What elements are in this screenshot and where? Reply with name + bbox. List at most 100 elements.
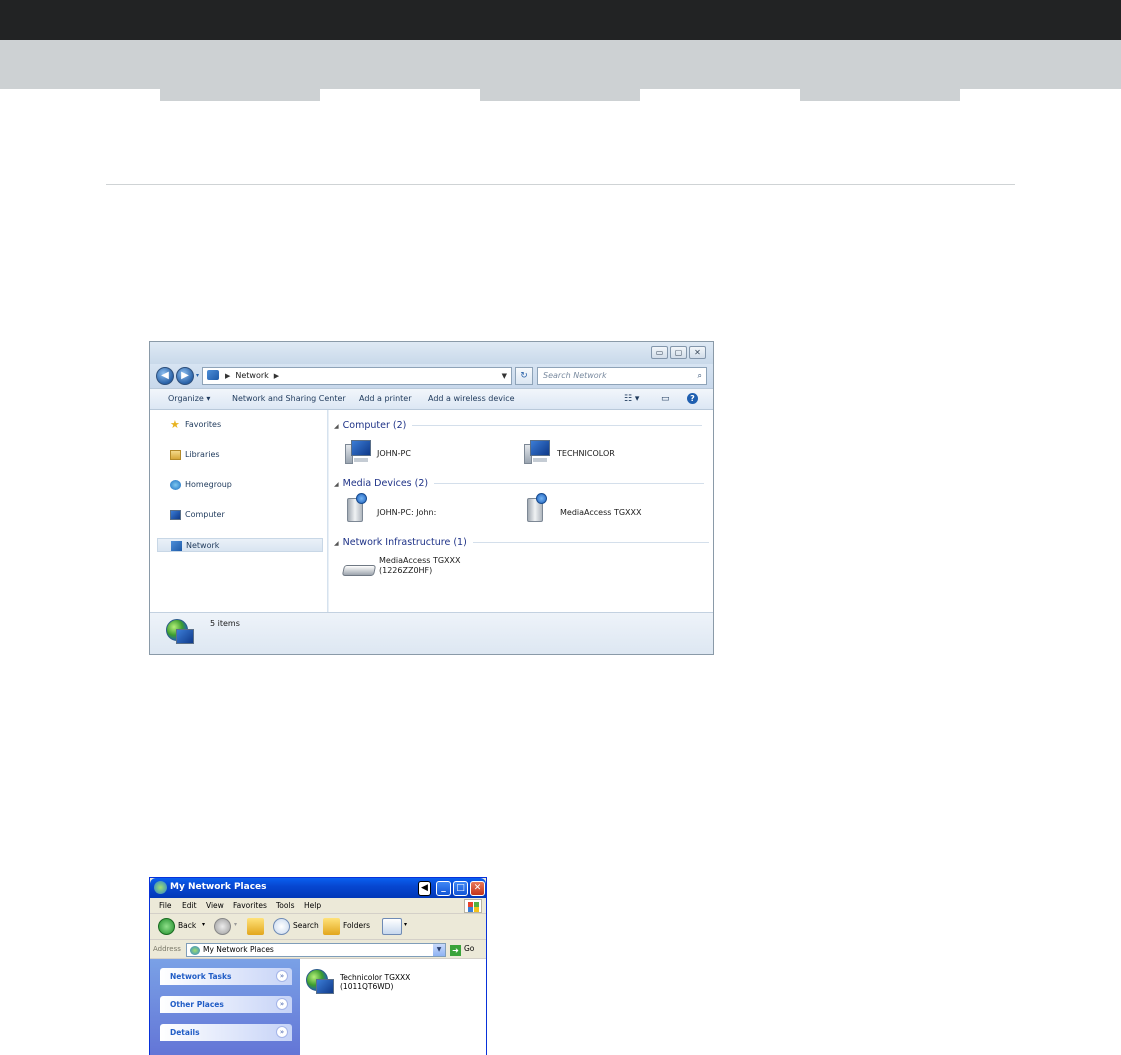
- nav-item-favorites[interactable]: ★ Favorites: [157, 418, 323, 432]
- close-button[interactable]: ✕: [689, 346, 706, 359]
- forward-dropdown-icon: ▾: [234, 921, 238, 928]
- computer-icon: [343, 438, 371, 466]
- search-placeholder: Search Network: [543, 371, 607, 380]
- menu-tools[interactable]: Tools: [276, 901, 294, 910]
- breadcrumb-network[interactable]: Network: [235, 371, 268, 380]
- network-device-icon: [304, 967, 336, 999]
- back-icon[interactable]: [158, 918, 175, 935]
- maximize-button[interactable]: ▢: [670, 346, 687, 359]
- computer-icon: [170, 510, 181, 520]
- refresh-button[interactable]: ↻: [515, 367, 533, 385]
- group-header-infrastructure[interactable]: ◢ Network Infrastructure (1): [334, 537, 709, 548]
- forward-icon[interactable]: [214, 918, 231, 935]
- tab-strip: [640, 79, 800, 89]
- menu-favorites[interactable]: Favorites: [233, 901, 267, 910]
- media-device-item[interactable]: MediaAccess TGXXX: [560, 508, 641, 518]
- address-row: Address My Network Places ▼ ➜ Go: [150, 940, 486, 959]
- recent-pages-dropdown[interactable]: ▾: [196, 372, 199, 379]
- divider: [434, 483, 705, 484]
- close-button[interactable]: ✕: [470, 881, 485, 896]
- address-dropdown-icon[interactable]: ▼: [502, 368, 507, 384]
- network-sharing-center-button[interactable]: Network and Sharing Center: [232, 394, 346, 403]
- add-printer-button[interactable]: Add a printer: [359, 394, 411, 403]
- collapse-icon: ◢: [334, 423, 339, 430]
- divider: [412, 425, 703, 426]
- router-serial: (1226ZZ0HF): [379, 566, 433, 575]
- router-item[interactable]: MediaAccess TGXXX (1226ZZ0HF): [379, 556, 460, 576]
- search-icon[interactable]: [273, 918, 290, 935]
- go-button[interactable]: ➜ Go: [450, 944, 474, 956]
- add-wireless-device-button[interactable]: Add a wireless device: [428, 394, 515, 403]
- nav-label: Favorites: [185, 420, 222, 429]
- expand-chevron-icon[interactable]: »: [276, 998, 288, 1010]
- window-title: My Network Places: [170, 882, 267, 892]
- back-button[interactable]: Back: [178, 921, 196, 930]
- router-icon: [341, 560, 377, 578]
- maximize-button[interactable]: □: [453, 881, 468, 896]
- content-pane: Technicolor TGXXX (1011QT6WD): [300, 959, 486, 1055]
- folders-button[interactable]: Folders: [343, 921, 370, 930]
- nav-item-computer[interactable]: Computer: [157, 508, 323, 522]
- minimize-button[interactable]: ▭: [651, 346, 668, 359]
- details-panel[interactable]: Details »: [160, 1024, 292, 1041]
- back-arrow-icon[interactable]: ◀: [418, 881, 431, 896]
- menu-view[interactable]: View: [206, 901, 224, 910]
- back-dropdown-icon[interactable]: ▾: [202, 921, 205, 928]
- help-icon[interactable]: ?: [687, 393, 698, 404]
- views-dropdown-icon[interactable]: ▾: [404, 921, 407, 928]
- nav-item-network[interactable]: Network: [157, 538, 323, 552]
- search-icon[interactable]: ⌕: [698, 368, 702, 384]
- menu-help[interactable]: Help: [304, 901, 321, 910]
- menu-edit[interactable]: Edit: [182, 901, 197, 910]
- address-bar[interactable]: ▶ Network ▶ ▼: [202, 367, 512, 385]
- network-device-item[interactable]: Technicolor TGXXX (1011QT6WD): [340, 973, 410, 991]
- folders-icon[interactable]: [323, 918, 340, 935]
- network-tasks-panel[interactable]: Network Tasks »: [160, 968, 292, 985]
- breadcrumb-arrow-icon: ▶: [273, 372, 280, 380]
- device-serial: (1011QT6WD): [340, 982, 394, 991]
- nav-item-homegroup[interactable]: Homegroup: [157, 478, 323, 492]
- address-field[interactable]: My Network Places ▼: [186, 943, 446, 957]
- address-dropdown-icon[interactable]: ▼: [433, 944, 445, 956]
- computer-item[interactable]: JOHN-PC: [377, 449, 411, 459]
- forward-button[interactable]: ▶: [176, 367, 194, 385]
- page: ▭ ▢ ✕ ◀ ▶ ▾ ▶ Network ▶ ▼ ↻ Search Network…: [0, 0, 1121, 1055]
- nav-label: Homegroup: [185, 480, 232, 489]
- navigation-bar: ◀ ▶ ▾ ▶ Network ▶ ▼ ↻ Search Network ⌕: [150, 364, 713, 388]
- device-name: Technicolor TGXXX: [340, 973, 411, 982]
- nav-item-libraries[interactable]: Libraries: [157, 448, 323, 462]
- group-header-media[interactable]: ◢ Media Devices (2): [334, 478, 706, 489]
- group-header-computer[interactable]: ◢ Computer (2): [334, 420, 706, 431]
- search-button[interactable]: Search: [293, 921, 319, 930]
- group-title: Media Devices (2): [342, 478, 429, 489]
- computer-item[interactable]: TECHNICOLOR: [557, 449, 615, 459]
- expand-chevron-icon[interactable]: »: [276, 1026, 288, 1038]
- other-places-panel[interactable]: Other Places »: [160, 996, 292, 1013]
- expand-chevron-icon[interactable]: »: [276, 970, 288, 982]
- group-title: Network Infrastructure (1): [342, 537, 467, 548]
- network-places-icon: [190, 946, 200, 955]
- menu-file[interactable]: File: [159, 901, 172, 910]
- navigation-pane: ★ Favorites Libraries Homegroup Computer…: [150, 410, 328, 612]
- address-value: My Network Places: [203, 945, 274, 954]
- top-banner: [0, 0, 1121, 40]
- toolbar: Back ▾ ▾ Search Folders ▾: [150, 914, 486, 940]
- views-icon[interactable]: [382, 918, 402, 935]
- organize-button[interactable]: Organize ▾: [168, 394, 210, 403]
- command-bar: Organize ▾ Network and Sharing Center Ad…: [150, 388, 713, 410]
- network-globe-icon: [164, 617, 196, 649]
- minimize-button[interactable]: _: [436, 881, 451, 896]
- media-device-item[interactable]: JOHN-PC: John:: [377, 508, 436, 518]
- collapse-icon: ◢: [334, 540, 339, 547]
- address-label: Address: [153, 945, 181, 953]
- up-folder-icon[interactable]: [247, 918, 264, 935]
- back-button[interactable]: ◀: [156, 367, 174, 385]
- preview-pane-icon[interactable]: ▭: [661, 394, 670, 404]
- windows-logo-icon: [464, 899, 482, 913]
- nav-label: Computer: [185, 510, 225, 519]
- change-view-icon[interactable]: ☷ ▾: [624, 394, 639, 404]
- homegroup-icon: [170, 480, 181, 490]
- menu-bar: File Edit View Favorites Tools Help: [150, 898, 486, 914]
- search-input[interactable]: Search Network ⌕: [537, 367, 707, 385]
- tab-strip: [960, 79, 1121, 89]
